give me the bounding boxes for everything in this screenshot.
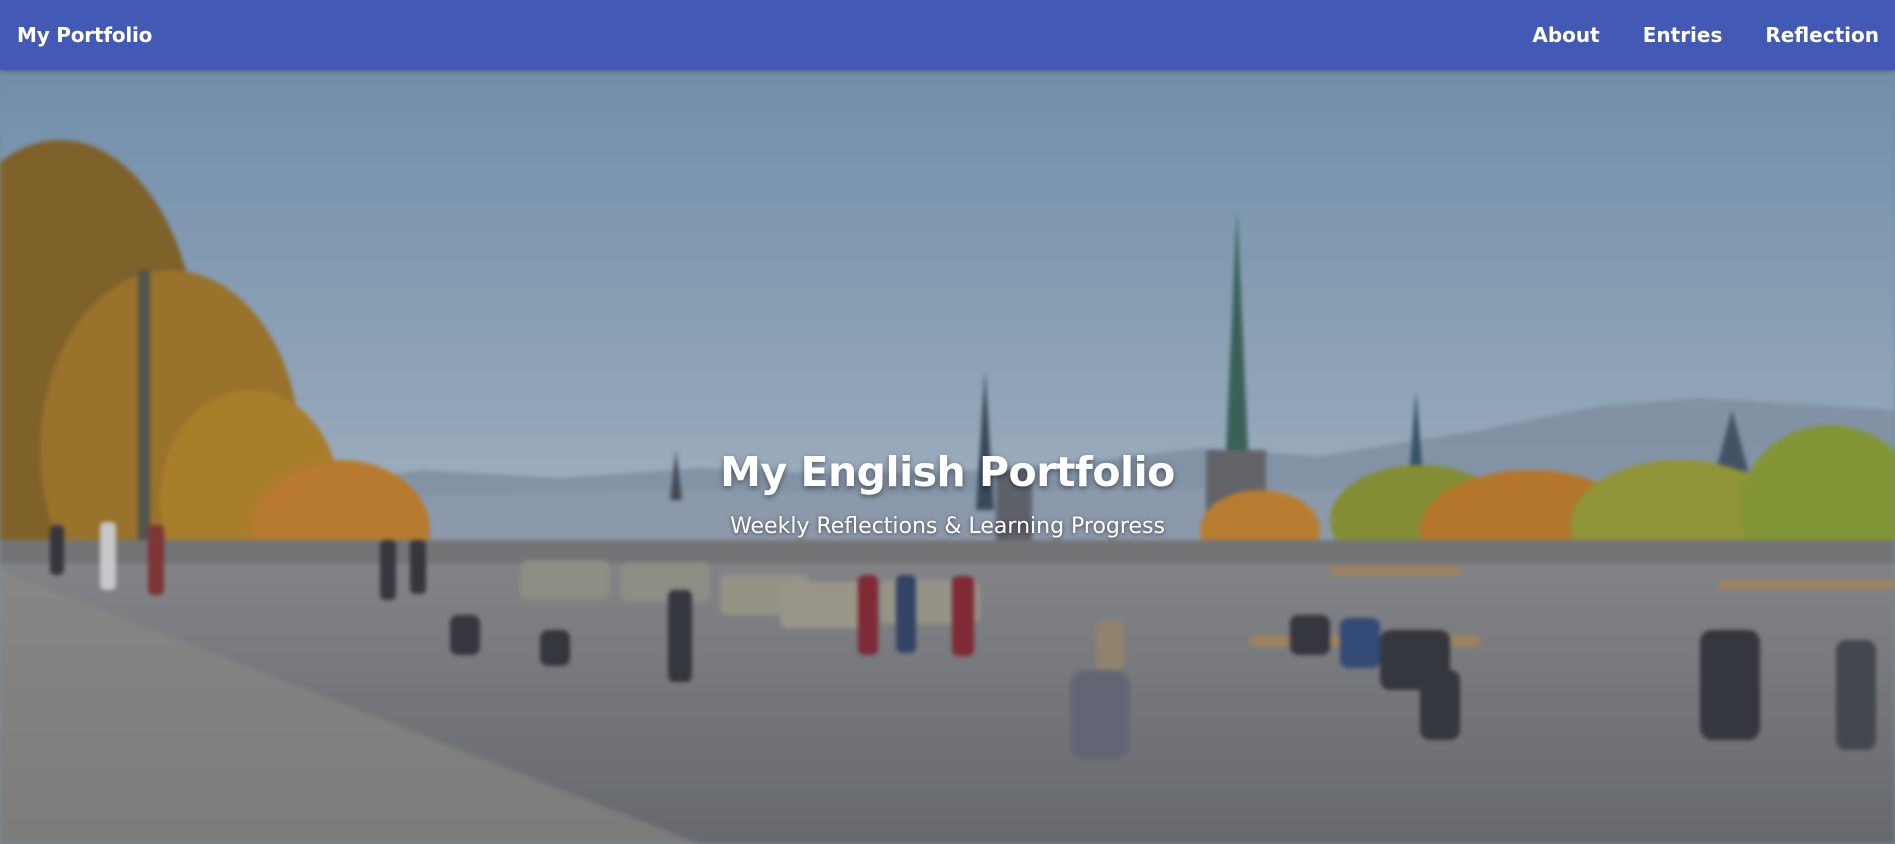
nav-link-reflection[interactable]: Reflection [1765,23,1879,47]
hero-title: My English Portfolio [720,448,1175,496]
brand-link[interactable]: My Portfolio [17,23,152,47]
hero-text: My English Portfolio Weekly Reflections … [0,448,1895,539]
nav-links: About Entries Reflection [1532,23,1879,47]
nav-link-entries[interactable]: Entries [1643,23,1723,47]
hero-subtitle: Weekly Reflections & Learning Progress [730,514,1165,539]
navbar: My Portfolio About Entries Reflection [0,0,1895,70]
hero-section: My English Portfolio Weekly Reflections … [0,70,1895,844]
nav-link-about[interactable]: About [1532,23,1599,47]
